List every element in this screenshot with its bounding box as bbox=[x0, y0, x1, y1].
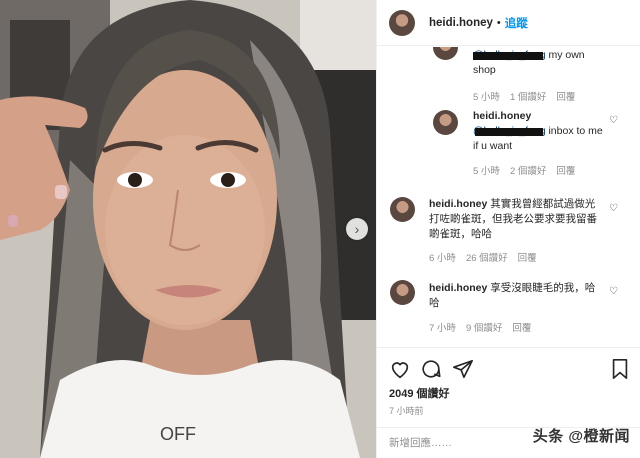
bookmark-icon[interactable] bbox=[609, 358, 631, 380]
comment-text: @bella_is_fong my own shop bbox=[473, 49, 585, 76]
separator-dot: • bbox=[496, 16, 501, 29]
paper-plane-icon[interactable] bbox=[452, 358, 474, 380]
heart-icon[interactable] bbox=[389, 358, 411, 380]
comment-username[interactable]: heidi.honey bbox=[429, 282, 487, 294]
comment-likes[interactable]: 26 個讚好 bbox=[466, 250, 508, 264]
avatar[interactable] bbox=[389, 9, 415, 36]
avatar[interactable] bbox=[433, 47, 458, 60]
comment-username[interactable]: heidi.honey bbox=[429, 198, 487, 210]
comment-meta: 7 小時 9 個讚好 回覆 bbox=[429, 320, 531, 334]
comment-likes[interactable]: 1 個讚好 bbox=[510, 89, 546, 103]
comment-time: 7 小時 bbox=[429, 323, 456, 334]
comment-meta: 6 小時 26 個讚好 回覆 bbox=[429, 250, 537, 264]
follow-button[interactable]: 追蹤 bbox=[505, 15, 528, 31]
comment-meta: 5 小時 2 個讚好 回覆 bbox=[473, 163, 575, 177]
comment-username[interactable]: heidi.honey bbox=[473, 110, 531, 122]
reply-button[interactable]: 回覆 bbox=[556, 89, 575, 103]
post-sidebar: heidi.honey • 追蹤 @bella_is_fong my own s… bbox=[376, 0, 640, 458]
post-username[interactable]: heidi.honey bbox=[429, 17, 493, 29]
likes-count[interactable]: 2049 個讚好 bbox=[389, 385, 450, 401]
redaction-bar bbox=[475, 128, 543, 136]
comment-time: 6 小時 bbox=[429, 253, 456, 264]
comment-list: @bella_is_fong my own shop 5 小時 1 個讚好 回覆… bbox=[377, 47, 640, 347]
selfie-image: OFF bbox=[0, 0, 376, 458]
comment-text: heidi.honey @bella_is_fong inbox to me i… bbox=[473, 110, 603, 152]
comment-likes[interactable]: 2 個讚好 bbox=[510, 163, 546, 177]
reply-button[interactable]: 回覆 bbox=[512, 320, 531, 334]
post-time: 7 小時前 bbox=[389, 406, 424, 416]
comment-bubble-icon[interactable] bbox=[420, 358, 442, 380]
next-photo-button[interactable]: › bbox=[346, 218, 368, 240]
shirt-text: OFF bbox=[160, 424, 196, 444]
post-header: heidi.honey • 追蹤 bbox=[377, 0, 640, 46]
post-actions: 2049 個讚好 7 小時前 bbox=[377, 347, 640, 427]
avatar[interactable] bbox=[390, 280, 415, 305]
comment-like-heart-icon[interactable]: ♡ bbox=[609, 203, 618, 214]
avatar[interactable] bbox=[390, 197, 415, 222]
comment-mention[interactable]: @bella_is_fong bbox=[473, 49, 548, 61]
comment-time: 5 小時 bbox=[473, 166, 500, 177]
comment-text: heidi.honey 其實我曾經都試過做光打咗啲雀斑，但我老公要求要我留番啲雀… bbox=[429, 198, 597, 240]
avatar[interactable] bbox=[433, 110, 458, 135]
comment-text: heidi.honey 享受沒眼睫毛的我，哈哈 bbox=[429, 282, 596, 309]
watermark: 头条 @橙新闻 bbox=[532, 428, 630, 445]
comment-likes[interactable]: 9 個讚好 bbox=[466, 320, 502, 334]
post-photo: OFF › bbox=[0, 0, 376, 458]
comment-mention[interactable]: @bella_is_fong bbox=[473, 125, 548, 137]
comment-time: 5 小時 bbox=[473, 92, 500, 103]
redaction-bar bbox=[473, 52, 543, 60]
comment-meta: 5 小時 1 個讚好 回覆 bbox=[473, 89, 575, 103]
comment-like-heart-icon[interactable]: ♡ bbox=[609, 286, 618, 297]
comment-like-heart-icon[interactable]: ♡ bbox=[609, 115, 618, 126]
reply-button[interactable]: 回覆 bbox=[556, 163, 575, 177]
chevron-right-icon: › bbox=[354, 221, 360, 237]
reply-button[interactable]: 回覆 bbox=[518, 250, 537, 264]
